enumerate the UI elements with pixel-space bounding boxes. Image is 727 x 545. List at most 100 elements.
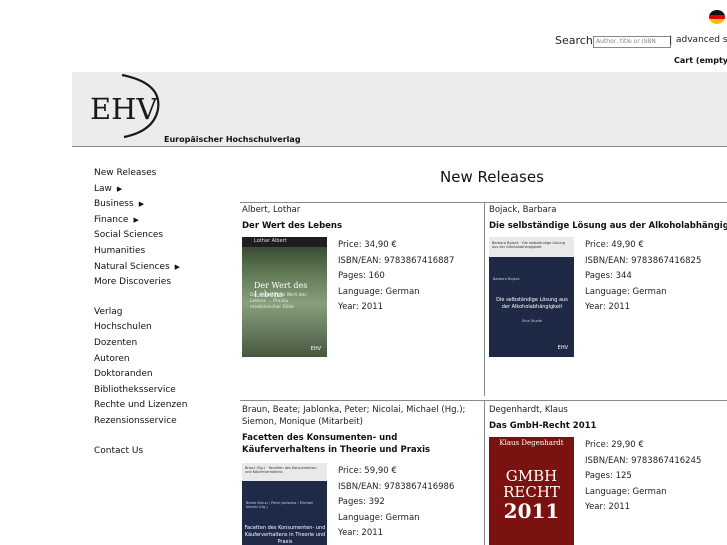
cover-subtitle: Eine Studie [522,319,542,323]
search-separator: | [669,35,673,46]
book-author[interactable]: Bojack, Barbara [489,204,727,216]
book-pages: Pages: 160 [338,271,385,282]
sidebar-item-label: Rezensionsservice [94,415,177,426]
book-meta: Price: 29,90 € ISBN/EAN: 9783867416245 P… [585,439,701,517]
sidebar-item-autoren[interactable]: Autoren [94,353,187,369]
sidebar-item-label: Finance [94,214,129,225]
grid-divider [484,401,485,545]
book-card: Degenhardt, Klaus Das GmbH-Recht 2011 Kl… [489,404,727,545]
cart-link[interactable]: Cart (empty) [674,56,727,65]
sidebar-item-label: Bibliotheksservice [94,384,176,395]
book-card: Bojack, Barbara Die selbständige Lösung … [489,204,727,394]
book-title[interactable]: Das GmbH-Recht 2011 [489,420,727,432]
cover-author: Lothar Albert [254,238,287,244]
book-card: Albert, Lothar Der Wert des Lebens Lotha… [242,204,480,394]
book-isbn: ISBN/EAN: 9783867416986 [338,481,455,492]
sidebar-item-more-discoveries[interactable]: More Discoveries [94,276,187,292]
book-language: Language: German [338,512,420,523]
sidebar-item-label: More Discoveries [94,277,172,288]
book-price: Price: 34,90 € [338,240,397,250]
search-label: Search: [555,34,597,47]
book-language: Language: German [338,286,420,297]
book-pages: Pages: 392 [338,497,385,508]
sidebar-group-contact: Contact Us [94,445,187,461]
sidebar-group-publisher: Verlag Hochschulen Dozenten Autoren Dokt… [94,306,187,431]
book-language: Language: German [585,486,667,497]
publisher-name: Europäischer Hochschulverlag [164,135,301,144]
page-title: New Releases [440,168,544,186]
sidebar-item-label: New Releases [94,168,157,178]
sidebar-item-label: Law [94,183,112,194]
sidebar-item-contact-us[interactable]: Contact Us [94,445,187,461]
sidebar-item-verlag[interactable]: Verlag [94,306,187,322]
caret-right-icon: ▶ [116,184,123,193]
sidebar-item-natural-sciences[interactable]: Natural Sciences ▶ [94,261,187,277]
cover-title: Die selbständige Lösung aus der Alkohola… [496,297,568,310]
sidebar-item-rezensionsservice[interactable]: Rezensionsservice [94,415,187,431]
book-isbn: ISBN/EAN: 9783867416825 [585,255,702,266]
cover-author: Barbara Bojack [493,277,520,281]
sidebar-item-social-sciences[interactable]: Social Sciences [94,229,187,245]
sidebar-item-finance[interactable]: Finance ▶ [94,214,187,230]
sidebar-group-categories: New Releases Law ▶ Business ▶ Finance ▶ Soc… [94,167,187,292]
header-divider [72,146,727,147]
cover-editors: Beate Braun / Peter Jablonka / Michael N… [246,501,314,509]
sidebar-item-label: Dozenten [94,337,138,348]
book-title[interactable]: Die selbständige Lösung aus der Alkohola… [489,220,727,232]
sidebar-item-law[interactable]: Law ▶ [94,183,187,199]
book-year: Year: 2011 [585,302,631,313]
book-language: Language: German [585,286,667,297]
book-author[interactable]: Albert, Lothar [242,204,480,216]
book-price: Price: 49,90 € [585,240,644,250]
book-cover[interactable]: Barbara Bojack · Die selbständige Lösung… [489,237,574,357]
book-title[interactable]: Der Wert des Lebens [242,220,480,232]
sidebar-item-label: Natural Sciences [94,261,170,272]
book-pages: Pages: 125 [585,471,632,482]
book-author[interactable]: Braun, Beate; Jablonka, Peter; Nicolai, … [242,404,482,428]
book-year: Year: 2011 [338,302,384,313]
book-author[interactable]: Degenhardt, Klaus [489,404,727,416]
sidebar-item-rechte-und-lizenzen[interactable]: Rechte und Lizenzen [94,399,187,415]
book-meta: Price: 34,90 € ISBN/EAN: 9783867416887 P… [338,239,454,317]
sidebar-item-label: Rechte und Lizenzen [94,400,188,411]
book-cover[interactable]: Lothar Albert Der Wert des Lebens Der un… [242,237,327,357]
sidebar-item-doktoranden[interactable]: Doktoranden [94,368,187,384]
book-year: Year: 2011 [338,528,384,539]
sidebar-item-label: Doktoranden [94,369,153,380]
cover-author: Klaus Degenhardt [499,439,564,447]
german-flag-icon[interactable] [709,10,725,24]
book-price: Price: 29,90 € [585,440,644,450]
book-meta: Price: 59,90 € ISBN/EAN: 9783867416986 P… [338,465,454,543]
cover-subtitle: Der unbedingte Wert des Lebens ... Prinz… [250,293,307,310]
book-price: Price: 59,90 € [338,466,397,476]
book-cover[interactable]: Braun (Hg.) · Facetten des Konsumenten- … [242,463,327,545]
cover-publisher: EHV [310,346,321,352]
sidebar-item-business[interactable]: Business ▶ [94,198,187,214]
book-isbn: ISBN/EAN: 9783867416887 [338,255,455,266]
advanced-search-link[interactable]: advanced sea [676,35,727,45]
cover-top-text: Barbara Bojack · Die selbständige Lösung… [492,241,565,249]
grid-divider [484,202,485,396]
sidebar-item-new-releases[interactable]: New Releases [94,167,187,183]
sidebar-item-bibliotheksservice[interactable]: Bibliotheksservice [94,384,187,400]
book-meta: Price: 49,90 € ISBN/EAN: 9783867416825 P… [585,239,701,317]
sidebar-item-dozenten[interactable]: Dozenten [94,337,187,353]
sidebar-nav: New Releases Law ▶ Business ▶ Finance ▶ Soc… [94,167,187,460]
sidebar-item-humanities[interactable]: Humanities [94,245,187,261]
sidebar-item-label: Autoren [94,353,130,364]
book-title[interactable]: Facetten des Konsumenten- und Käuferverh… [242,432,482,456]
sidebar-item-label: Hochschulen [94,322,152,333]
caret-right-icon: ▶ [174,262,181,271]
logo-arc-icon [121,73,160,139]
sidebar-item-label: Humanities [94,245,146,256]
book-cover[interactable]: Klaus Degenhardt GMBH RECHT 2011 [489,437,574,545]
cover-publisher: EHV [557,345,568,351]
book-card: Braun, Beate; Jablonka, Peter; Nicolai, … [242,404,482,545]
sidebar-item-label: Business [94,199,134,210]
sidebar-item-hochschulen[interactable]: Hochschulen [94,321,187,337]
search-input[interactable]: Author, title or ISBN [593,36,671,48]
cover-title-line: 2011 [503,499,560,523]
caret-right-icon: ▶ [133,215,139,224]
